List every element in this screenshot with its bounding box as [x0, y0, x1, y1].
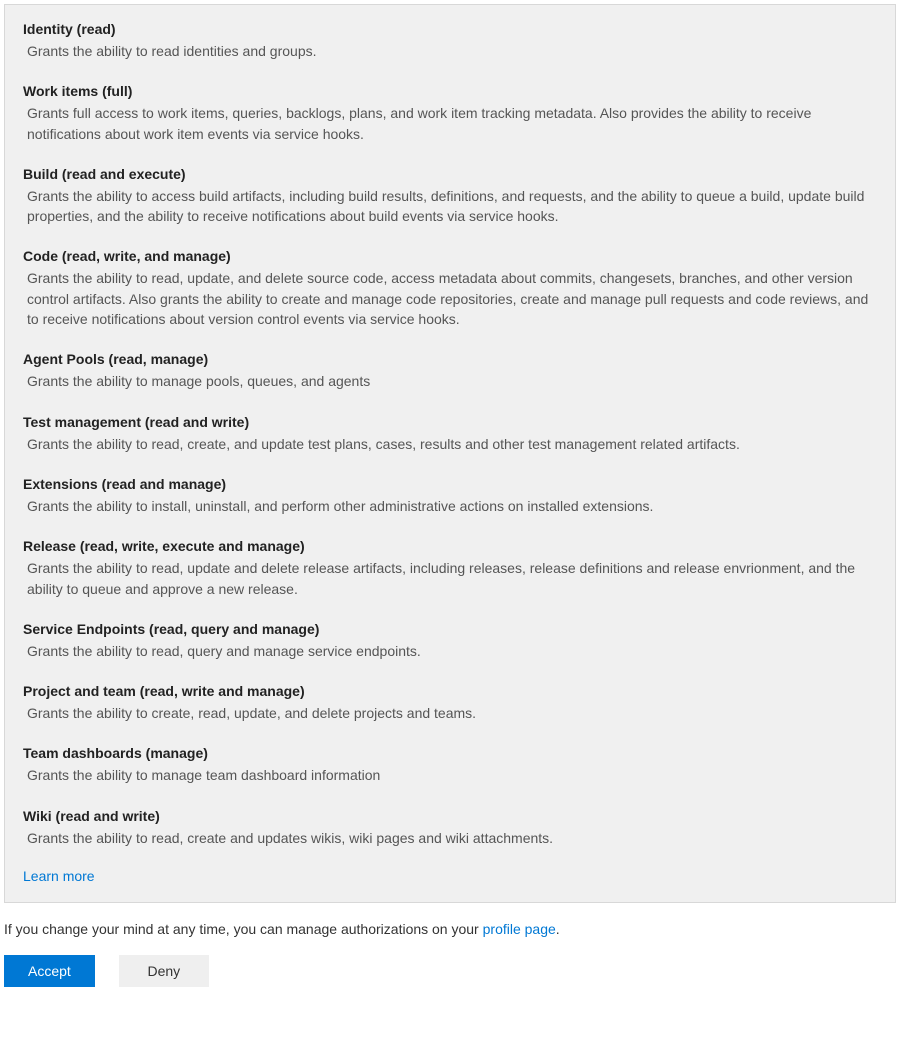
scope-title: Team dashboards (manage) [23, 745, 877, 761]
scope-description: Grants the ability to access build artif… [23, 186, 877, 227]
scope-item: Team dashboards (manage) Grants the abili… [23, 745, 877, 785]
footer-note: If you change your mind at any time, you… [4, 921, 896, 937]
scope-item: Agent Pools (read, manage) Grants the abi… [23, 351, 877, 391]
scope-item: Extensions (read and manage) Grants the a… [23, 476, 877, 516]
scope-item: Service Endpoints (read, query and manag… [23, 621, 877, 661]
profile-page-link[interactable]: profile page [483, 921, 556, 937]
scope-description: Grants the ability to read, create and u… [23, 828, 877, 848]
scope-item: Work items (full) Grants full access to w… [23, 83, 877, 144]
deny-button[interactable]: Deny [119, 955, 209, 987]
scope-item: Project and team (read, write and manage… [23, 683, 877, 723]
scope-title: Work items (full) [23, 83, 877, 99]
button-row: Accept Deny [4, 955, 896, 987]
scope-item: Identity (read) Grants the ability to rea… [23, 21, 877, 61]
learn-more-link[interactable]: Learn more [23, 868, 95, 884]
scope-description: Grants the ability to install, uninstall… [23, 496, 877, 516]
scope-item: Code (read, write, and manage) Grants the… [23, 248, 877, 329]
scope-item: Test management (read and write) Grants t… [23, 414, 877, 454]
footer-text-suffix: . [556, 921, 560, 937]
scope-item: Wiki (read and write) Grants the ability … [23, 808, 877, 848]
scope-description: Grants the ability to read, query and ma… [23, 641, 877, 661]
scope-title: Build (read and execute) [23, 166, 877, 182]
scope-item: Release (read, write, execute and manage… [23, 538, 877, 599]
scope-title: Wiki (read and write) [23, 808, 877, 824]
scope-title: Project and team (read, write and manage… [23, 683, 877, 699]
scope-title: Release (read, write, execute and manage… [23, 538, 877, 554]
scope-description: Grants the ability to read, update, and … [23, 268, 877, 329]
accept-button[interactable]: Accept [4, 955, 95, 987]
scope-title: Identity (read) [23, 21, 877, 37]
scope-description: Grants the ability to read identities an… [23, 41, 877, 61]
footer-text-prefix: If you change your mind at any time, you… [4, 921, 483, 937]
scope-item: Build (read and execute) Grants the abili… [23, 166, 877, 227]
scope-title: Extensions (read and manage) [23, 476, 877, 492]
scope-description: Grants the ability to manage pools, queu… [23, 371, 877, 391]
scope-title: Code (read, write, and manage) [23, 248, 877, 264]
scope-description: Grants the ability to read, update and d… [23, 558, 877, 599]
scopes-panel: Identity (read) Grants the ability to rea… [4, 4, 896, 903]
scope-description: Grants the ability to read, create, and … [23, 434, 877, 454]
scope-title: Service Endpoints (read, query and manag… [23, 621, 877, 637]
scope-title: Agent Pools (read, manage) [23, 351, 877, 367]
scope-description: Grants the ability to create, read, upda… [23, 703, 877, 723]
scope-description: Grants full access to work items, querie… [23, 103, 877, 144]
scope-description: Grants the ability to manage team dashbo… [23, 765, 877, 785]
scope-title: Test management (read and write) [23, 414, 877, 430]
